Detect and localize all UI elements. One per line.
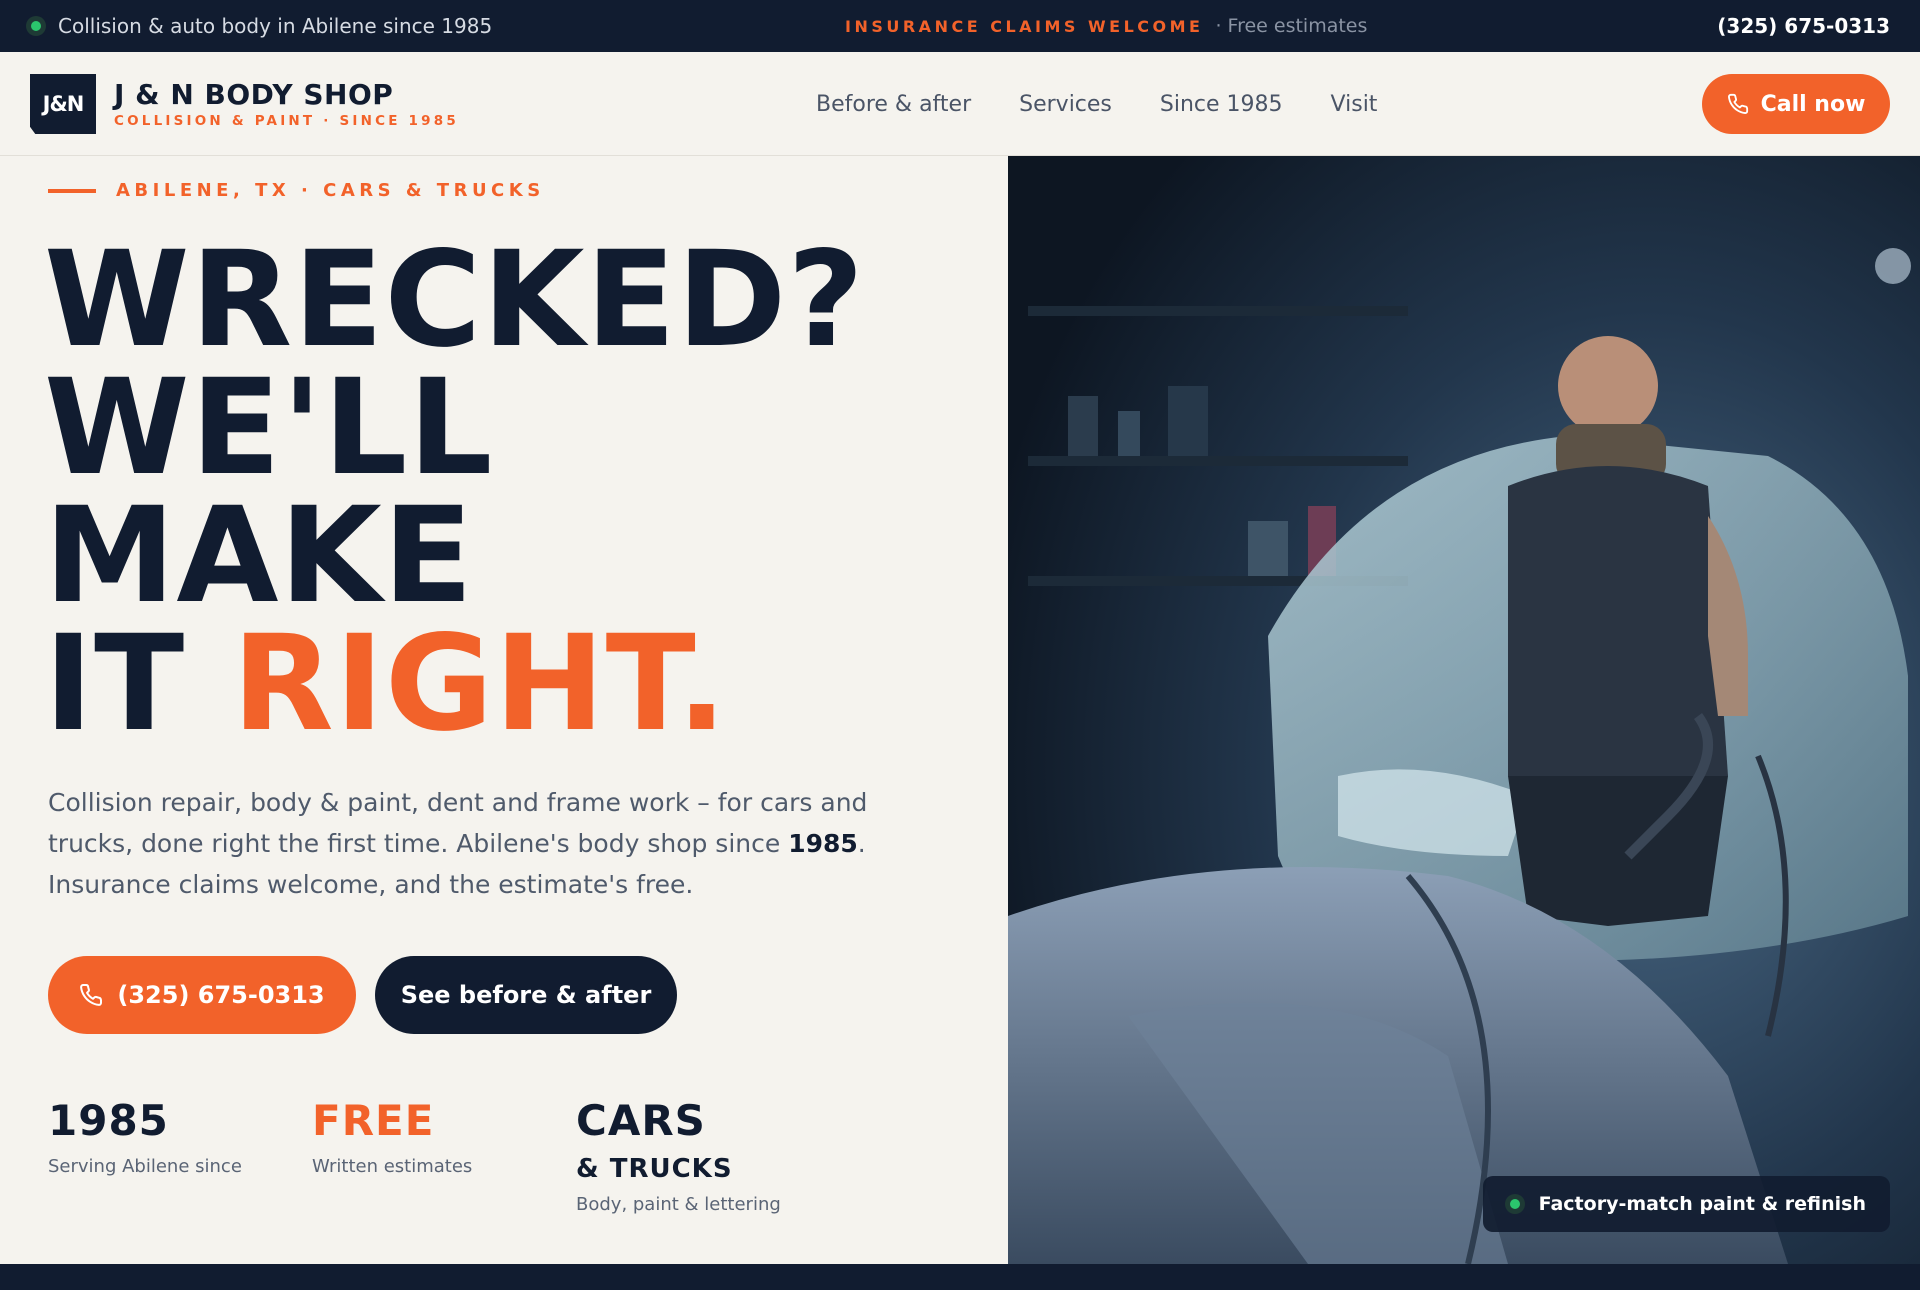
topbar-promo: INSURANCE CLAIMS WELCOME · Free estimate… — [845, 0, 1367, 52]
eyebrow-rule — [48, 188, 96, 193]
see-before-after-button[interactable]: See before & after — [375, 956, 677, 1034]
hero-phone-button[interactable]: (325) 675-0313 — [48, 956, 356, 1034]
headline-accent: RIGHT. — [232, 607, 728, 761]
nav-link-before-after[interactable]: Before & after — [816, 92, 971, 117]
stat-estimates-label: Written estimates — [312, 1156, 473, 1177]
stat-vehicles-label: Body, paint & lettering — [576, 1194, 781, 1215]
topbar-tagline-group: Collision & auto body in Abilene since 1… — [26, 0, 492, 52]
call-now-label: Call now — [1760, 91, 1866, 117]
phone-icon — [80, 983, 103, 1006]
main-nav: J&N J & N BODY SHOP COLLISION & PAINT · … — [0, 52, 1920, 156]
call-now-button[interactable]: Call now — [1702, 74, 1890, 134]
hero-phone-label: (325) 675-0313 — [117, 981, 325, 1009]
status-dot-icon — [1504, 1194, 1525, 1214]
lede-year: 1985 — [788, 829, 858, 858]
hero-photo-painter: Factory-match paint & refinish — [1008, 156, 1920, 1264]
photo-badge-text: Factory-match paint & refinish — [1538, 1193, 1866, 1215]
stat-estimates-value: FREE — [312, 1096, 435, 1145]
insurance-claims-text: INSURANCE CLAIMS WELCOME — [845, 16, 1204, 36]
brand-name: J & N BODY SHOP — [114, 78, 394, 111]
stat-vehicles-sub: & TRUCKS — [576, 1154, 733, 1184]
hero-description: Collision repair, body & paint, dent and… — [48, 782, 908, 905]
headline-line-1: WRECKED? — [44, 223, 865, 377]
footer-strip — [0, 1264, 1920, 1290]
headline-line-3: MAKE — [44, 479, 474, 633]
stat-vehicles-value: CARS — [576, 1096, 706, 1145]
stat-since-value: 1985 — [48, 1096, 169, 1145]
headline-line-4: IT RIGHT. — [44, 618, 865, 750]
stat-since-label: Serving Abilene since — [48, 1156, 242, 1177]
eyebrow-text: ABILENE, TX · CARS & TRUCKS — [116, 180, 545, 201]
topbar-tagline: Collision & auto body in Abilene since 1… — [58, 14, 493, 38]
topbar-phone-link[interactable]: (325) 675-0313 — [1717, 0, 1890, 52]
phone-icon — [1727, 93, 1748, 114]
hero-eyebrow: ABILENE, TX · CARS & TRUCKS — [48, 180, 545, 201]
nav-menu: Before & after Services Since 1985 Visit — [816, 52, 1377, 156]
free-estimates-text: · Free estimates — [1215, 15, 1368, 37]
brand-subtitle: COLLISION & PAINT · SINCE 1985 — [114, 112, 459, 129]
nav-link-services[interactable]: Services — [1019, 92, 1112, 117]
brand[interactable]: J & N BODY SHOP COLLISION & PAINT · SINC… — [114, 78, 459, 129]
headline-line-2: WE'LL — [44, 351, 494, 505]
stat-estimates: FREE Written estimates — [312, 1096, 472, 1177]
lede-part-1: Collision repair, body & paint, dent and… — [48, 788, 868, 858]
nav-link-visit[interactable]: Visit — [1331, 92, 1378, 117]
status-dot-icon — [26, 16, 46, 36]
nav-link-since-1985[interactable]: Since 1985 — [1160, 92, 1283, 117]
headline-line-4-lead: IT — [44, 607, 233, 761]
top-bar: Collision & auto body in Abilene since 1… — [0, 0, 1920, 52]
stat-since: 1985 Serving Abilene since — [48, 1096, 242, 1177]
logo-mark[interactable]: J&N — [30, 74, 96, 134]
stat-vehicles: CARS & TRUCKS Body, paint & lettering — [576, 1096, 781, 1215]
hero-headline: WRECKED? WE'LL MAKE IT RIGHT. — [44, 223, 865, 750]
photo-badge: Factory-match paint & refinish — [1482, 1176, 1890, 1232]
